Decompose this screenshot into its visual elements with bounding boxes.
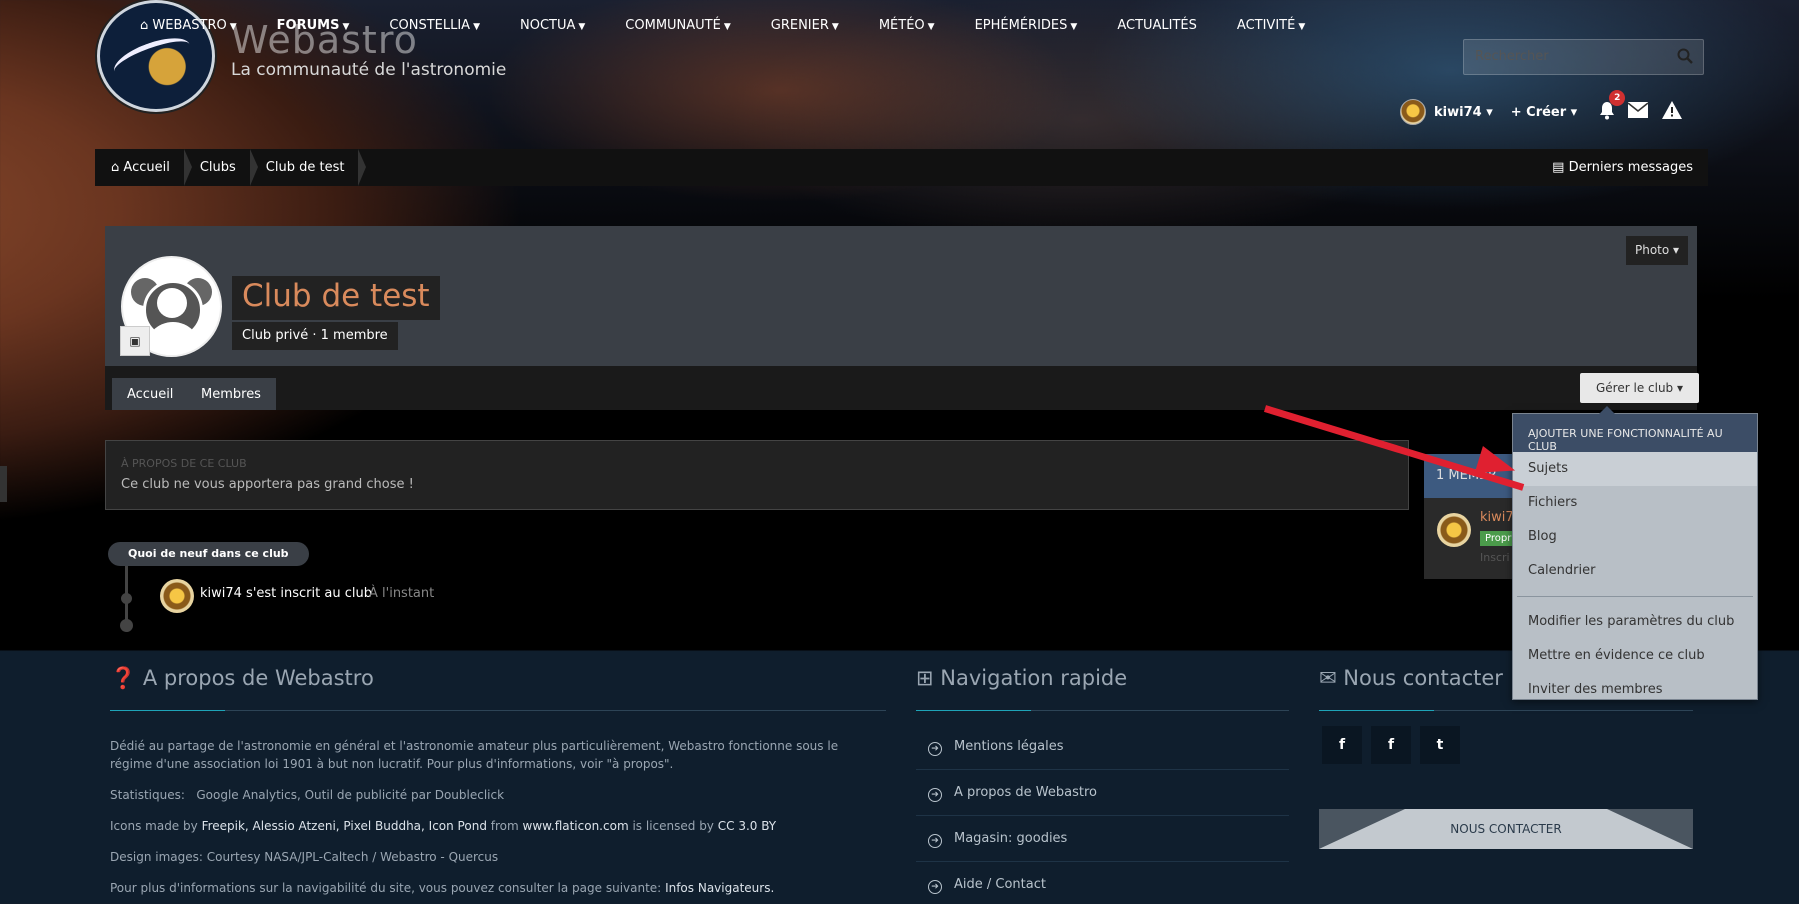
about-text: Ce club ne vous apportera pas grand chos… <box>121 477 414 492</box>
envelope-icon: ✉ <box>1319 666 1337 690</box>
side-handle[interactable] <box>0 466 7 502</box>
search-icon[interactable] <box>1677 48 1693 64</box>
member-info: Inscri <box>1480 551 1510 564</box>
menu-divider <box>1517 596 1753 597</box>
browser-info-link[interactable]: Infos Navigateurs. <box>665 881 774 895</box>
facebook-icon[interactable]: f <box>1322 726 1362 764</box>
breadcrumb: ⌂ Accueil Clubs Club de test ▤ Derniers … <box>95 149 1708 186</box>
about-heading: À PROPOS DE CE CLUB <box>121 457 247 470</box>
newspaper-icon: ▤ <box>1552 160 1565 175</box>
latest-messages-link[interactable]: ▤ Derniers messages <box>1552 160 1708 175</box>
search-input[interactable]: Rechercher <box>1463 39 1704 75</box>
nav-item-ephemerides[interactable]: EPHÉMÉRIDES ▼ <box>955 18 1098 40</box>
feed-time: À l'instant <box>369 586 435 601</box>
menu-item-feature-club[interactable]: Mettre en évidence ce club <box>1513 639 1757 673</box>
feed-title: Quoi de neuf dans ce club <box>108 542 309 566</box>
feed-avatar[interactable] <box>160 579 194 613</box>
arrow-circle-icon: ➔ <box>928 788 942 802</box>
image-icon[interactable]: ▣ <box>120 326 150 356</box>
footer-design-credit: Design images: Courtesy NASA/JPL-Caltech… <box>110 850 499 864</box>
owner-badge: Propr <box>1480 531 1517 546</box>
timeline-dot <box>120 619 133 632</box>
bell-icon[interactable]: 2 <box>1597 90 1626 124</box>
sitemap-icon: ⊞ <box>916 666 934 690</box>
footer-link-goodies[interactable]: ➔ Magasin: goodies <box>916 816 1289 862</box>
home-icon: ⌂ <box>140 18 149 33</box>
menu-item-sujets[interactable]: Sujets <box>1513 452 1757 486</box>
envelope-icon[interactable] <box>1627 101 1649 123</box>
create-menu[interactable]: + Créer ▾ <box>1511 105 1577 120</box>
menu-item-edit-settings[interactable]: Modifier les paramètres du club <box>1513 605 1757 639</box>
nav-item-actualites[interactable]: ACTUALITÉS <box>1097 18 1217 40</box>
nav-item-communaute[interactable]: COMMUNAUTÉ ▼ <box>605 18 750 40</box>
facebook-icon[interactable]: f <box>1371 726 1411 764</box>
footer-icons-credit: Icons made by Freepik, Alessio Atzeni, P… <box>110 819 777 833</box>
footer-link-about[interactable]: ➔ A propos de Webastro <box>916 770 1289 816</box>
breadcrumb-home[interactable]: ⌂ Accueil <box>95 149 192 186</box>
license-link[interactable]: CC 3.0 BY <box>718 819 776 833</box>
footer-nav-info: Pour plus d'informations sur la navigabi… <box>110 881 775 895</box>
site-logo[interactable] <box>97 0 215 112</box>
breadcrumb-clubs[interactable]: Clubs <box>184 149 258 186</box>
flaticon-link[interactable]: www.flaticon.com <box>523 819 629 833</box>
twitter-icon[interactable]: t <box>1420 726 1460 764</box>
user-avatar[interactable] <box>1400 99 1426 125</box>
nav-item-meteo[interactable]: MÉTÉO ▼ <box>859 18 955 40</box>
footer-divider <box>1319 710 1693 711</box>
menu-item-blog[interactable]: Blog <box>1513 520 1757 554</box>
footer-nav-title: ⊞ Navigation rapide <box>916 666 1128 690</box>
club-title: Club de test <box>232 276 440 320</box>
user-menu[interactable]: kiwi74 ▾ <box>1434 105 1493 120</box>
footer-link-mentions[interactable]: ➔ Mentions légales <box>916 724 1289 770</box>
club-about-box: À PROPOS DE CE CLUB Ce club ne vous appo… <box>105 440 1409 510</box>
nav-item-activite[interactable]: ACTIVITÉ ▼ <box>1217 18 1325 40</box>
arrow-circle-icon: ➔ <box>928 880 942 894</box>
footer-about-title: ❓ A propos de Webastro <box>110 666 374 690</box>
manage-club-dropdown: AJOUTER UNE FONCTIONNALITÉ AU CLUB Sujet… <box>1512 406 1758 700</box>
club-meta: Club privé · 1 membre <box>232 322 398 350</box>
nav-item-grenier[interactable]: GRENIER ▼ <box>751 18 859 40</box>
dropdown-header: AJOUTER UNE FONCTIONNALITÉ AU CLUB <box>1513 414 1757 453</box>
tab-membres[interactable]: Membres <box>186 378 276 410</box>
footer-contact-title: ✉ Nous contacter <box>1319 666 1503 690</box>
menu-item-fichiers[interactable]: Fichiers <box>1513 486 1757 520</box>
feed-entry[interactable]: kiwi74 s'est inscrit au club <box>200 586 372 601</box>
arrow-circle-icon: ➔ <box>928 742 942 756</box>
menu-item-calendrier[interactable]: Calendrier <box>1513 554 1757 588</box>
footer-stats: Statistiques: Google Analytics, Outil de… <box>110 788 505 802</box>
footer-divider <box>916 710 1289 711</box>
user-bar: kiwi74 ▾ + Créer ▾ 2 <box>1400 90 1683 125</box>
member-name[interactable]: kiwi7 <box>1480 510 1514 525</box>
timeline-dot <box>121 593 132 604</box>
contact-button[interactable]: NOUS CONTACTER <box>1319 809 1693 849</box>
icon-authors-link[interactable]: Freepik, Alessio Atzeni, Pixel Buddha, I… <box>202 819 487 833</box>
arrow-circle-icon: ➔ <box>928 834 942 848</box>
member-avatar[interactable] <box>1437 513 1471 547</box>
notification-count-badge: 2 <box>1609 90 1626 106</box>
footer-divider <box>110 710 886 711</box>
brand-tagline: La communauté de l'astronomie <box>231 60 507 80</box>
menu-item-invite-members[interactable]: Inviter des membres <box>1513 673 1757 707</box>
club-tabs <box>105 366 1697 410</box>
photo-button[interactable]: Photo ▾ <box>1626 236 1689 265</box>
question-icon: ❓ <box>110 666 137 690</box>
brand-name: Webastro <box>231 18 418 62</box>
breadcrumb-club[interactable]: Club de test <box>250 149 367 186</box>
tab-accueil[interactable]: Accueil <box>112 378 189 410</box>
manage-club-button[interactable]: Gérer le club ▾ <box>1580 373 1700 403</box>
nav-item-noctua[interactable]: NOCTUA ▼ <box>500 18 605 40</box>
warning-icon[interactable] <box>1661 100 1683 124</box>
home-icon: ⌂ <box>111 160 120 175</box>
footer-link-help[interactable]: ➔ Aide / Contact <box>916 862 1289 904</box>
footer-about-text: Dédié au partage de l'astronomie en géné… <box>110 739 839 771</box>
